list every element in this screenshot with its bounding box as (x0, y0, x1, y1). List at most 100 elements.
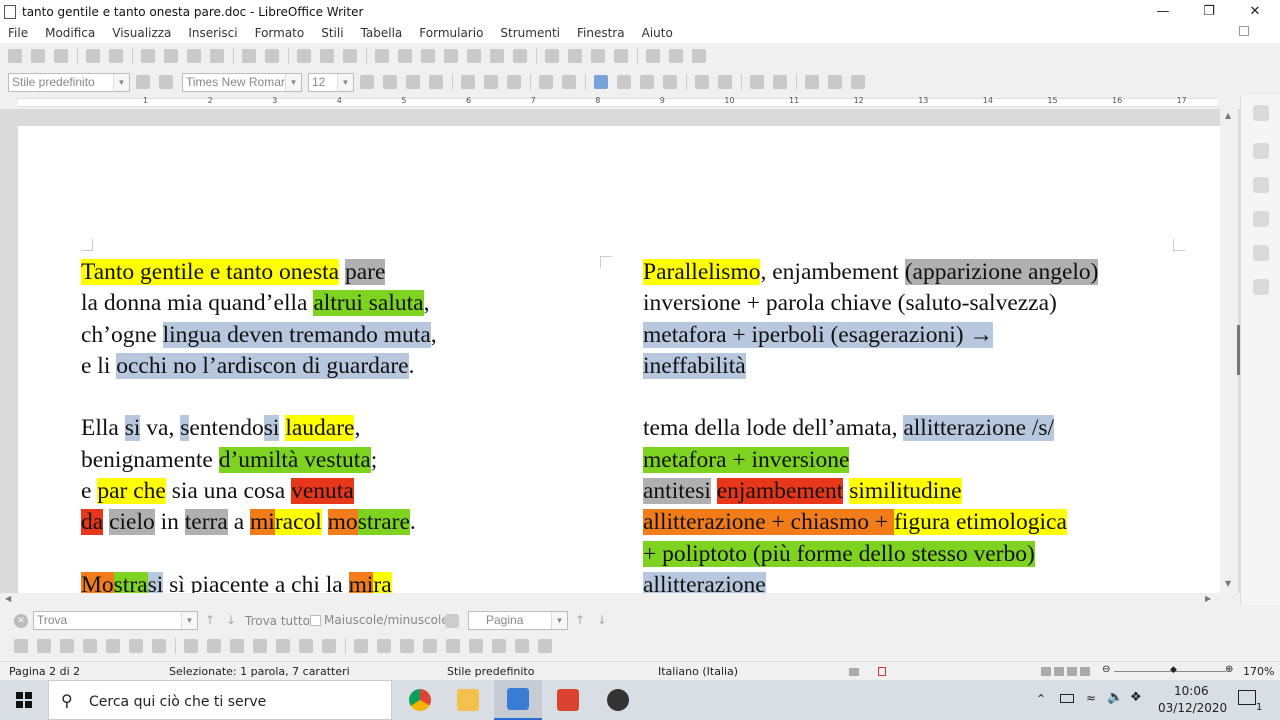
print-icon[interactable] (109, 49, 123, 63)
poem-text-column[interactable]: Tanto gentile e tanto onesta pare la donn… (81, 257, 437, 593)
line-icon[interactable] (646, 49, 660, 63)
menu-inserisci[interactable]: Inserisci (188, 26, 237, 40)
flowchart-icon[interactable] (469, 639, 483, 653)
vertical-scrollbar[interactable]: ▲ ▼ (1220, 109, 1238, 593)
line-icon[interactable] (37, 639, 51, 653)
text-line[interactable] (643, 382, 1098, 413)
text-line[interactable] (81, 539, 437, 570)
extrusion-icon[interactable] (538, 639, 552, 653)
text-line[interactable] (81, 382, 437, 413)
polygon-icon[interactable] (106, 639, 120, 653)
zoom-slider-thumb[interactable]: ◆ (1170, 665, 1177, 675)
search-input[interactable]: Trova ▼ (33, 611, 198, 630)
text-line[interactable]: da cielo in terra a miracol mostrare. (81, 507, 437, 538)
clone-formatting-icon[interactable] (210, 49, 224, 63)
libreoffice-writer-app[interactable] (494, 680, 542, 720)
decrease-indent-icon[interactable] (773, 75, 787, 89)
superscript-icon[interactable] (461, 75, 475, 89)
chevron-down-icon[interactable]: ▼ (337, 73, 353, 91)
rectangle-icon[interactable] (184, 639, 198, 653)
save-icon[interactable] (54, 49, 68, 63)
chevron-down-icon[interactable]: ▼ (181, 612, 197, 629)
right-triangle-icon[interactable] (322, 639, 336, 653)
block-arrows-icon[interactable] (400, 639, 414, 653)
text-line[interactable]: Ella si va, sentendosi laudare, (81, 413, 437, 444)
minimize-button[interactable]: — (1140, 0, 1186, 23)
callouts-icon[interactable] (446, 639, 460, 653)
fontwork-icon[interactable] (515, 639, 529, 653)
chevron-down-icon[interactable]: ▼ (551, 612, 567, 629)
font-size-combo[interactable]: 12 ▼ (308, 72, 354, 92)
volume-icon[interactable]: 🔈 (1107, 690, 1123, 705)
taskbar-search-box[interactable]: ⚲ Cerca qui ciò che ti serve (48, 680, 392, 720)
text-line[interactable]: Mostrasi sì piacente a chi la mira (81, 570, 437, 593)
navigator-icon[interactable] (1253, 279, 1269, 295)
stars-icon[interactable] (423, 639, 437, 653)
menu-aiuto[interactable]: Aiuto (642, 26, 673, 40)
styles-icon[interactable] (1253, 211, 1269, 227)
text-line[interactable]: la donna mia quand’ella altrui saluta, (81, 288, 437, 319)
scroll-up-icon[interactable]: ▲ (1225, 111, 1231, 120)
text-line[interactable]: Tanto gentile e tanto onesta pare (81, 257, 437, 288)
menu-finestra[interactable]: Finestra (577, 26, 625, 40)
rounded-rectangle-icon[interactable] (207, 639, 221, 653)
battery-icon[interactable] (1060, 694, 1074, 703)
close-button[interactable]: ✕ (1232, 0, 1278, 23)
align-right-icon[interactable] (640, 75, 654, 89)
numbered-list-icon[interactable] (718, 75, 732, 89)
show-hidden-icons-icon[interactable]: ⌃ (1036, 692, 1046, 706)
increase-indent-icon[interactable] (750, 75, 764, 89)
text-line[interactable]: + poliptoto (più forme dello stesso verb… (643, 539, 1098, 570)
decrease-paragraph-spacing-icon[interactable] (851, 75, 865, 89)
text-line[interactable]: antitesi enjambement similitudine (643, 476, 1098, 507)
text-line[interactable]: e li occhi no l’ardiscon di guardare. (81, 351, 437, 382)
language[interactable]: Italiano (Italia) (658, 665, 738, 678)
open-icon[interactable] (31, 49, 45, 63)
insert-image-icon[interactable] (398, 49, 412, 63)
bold-icon[interactable] (360, 75, 374, 89)
strikethrough-icon[interactable] (429, 75, 443, 89)
square-icon[interactable] (230, 639, 244, 653)
paragraph-style-combo[interactable]: Stile predefinito ▼ (8, 72, 130, 92)
update-style-icon[interactable] (136, 75, 150, 89)
previous-element-icon[interactable]: ↑ (575, 613, 585, 627)
callout-icon[interactable] (152, 639, 166, 653)
wifi-icon[interactable]: ≈ (1086, 691, 1096, 705)
text-line[interactable]: benignamente d’umiltà vestuta; (81, 445, 437, 476)
scroll-left-icon[interactable]: ◀ (5, 594, 11, 603)
presentation-app[interactable] (544, 680, 592, 720)
curve-icon[interactable] (83, 639, 97, 653)
text-line[interactable]: metafora + iperboli (esagerazioni) → (643, 320, 1098, 351)
page-count[interactable]: Pagina 2 di 2 (9, 665, 80, 678)
text-line[interactable]: inversione + parola chiave (saluto-salve… (643, 288, 1098, 319)
horizontal-scrollbar[interactable]: ◀ ▶ (0, 593, 1220, 607)
text-line[interactable]: allitterazione (643, 570, 1098, 593)
document-area[interactable]: Tanto gentile e tanto onesta pare la donn… (0, 109, 1240, 593)
find-all-button[interactable]: Trova tutto (245, 614, 310, 628)
ellipse-icon[interactable] (253, 639, 267, 653)
horizontal-ruler[interactable]: 1 2 3 4 5 6 7 8 9 10 11 12 13 14 15 16 17 (0, 95, 1240, 109)
italic-icon[interactable] (383, 75, 397, 89)
diamond-icon[interactable] (354, 639, 368, 653)
cut-icon[interactable] (141, 49, 155, 63)
formatting-marks-icon[interactable] (343, 49, 357, 63)
view-layout-icon[interactable] (1041, 667, 1091, 676)
highlight-color-icon[interactable] (562, 75, 576, 89)
align-center-icon[interactable] (617, 75, 631, 89)
file-explorer-app[interactable] (444, 680, 492, 720)
menu-strumenti[interactable]: Strumenti (500, 26, 560, 40)
match-case-checkbox[interactable] (310, 615, 321, 626)
navigation-type-combo[interactable]: Pagina ▼ (468, 611, 568, 630)
text-line[interactable]: ch’ogne lingua deven tremando muta, (81, 320, 437, 351)
document-page[interactable]: Tanto gentile e tanto onesta pare la donn… (18, 126, 1220, 593)
find-next-icon[interactable]: ↓ (226, 613, 236, 627)
close-document-icon[interactable] (1239, 26, 1249, 36)
bullet-list-icon[interactable] (695, 75, 709, 89)
menu-formulario[interactable]: Formulario (419, 26, 483, 40)
align-left-icon[interactable] (594, 75, 608, 89)
export-pdf-icon[interactable] (86, 49, 100, 63)
track-changes-icon[interactable] (614, 49, 628, 63)
insert-chart-icon[interactable] (421, 49, 435, 63)
analysis-text-column[interactable]: Parallelismo, enjambement (apparizione a… (643, 257, 1099, 593)
page-icon[interactable] (1253, 177, 1269, 193)
